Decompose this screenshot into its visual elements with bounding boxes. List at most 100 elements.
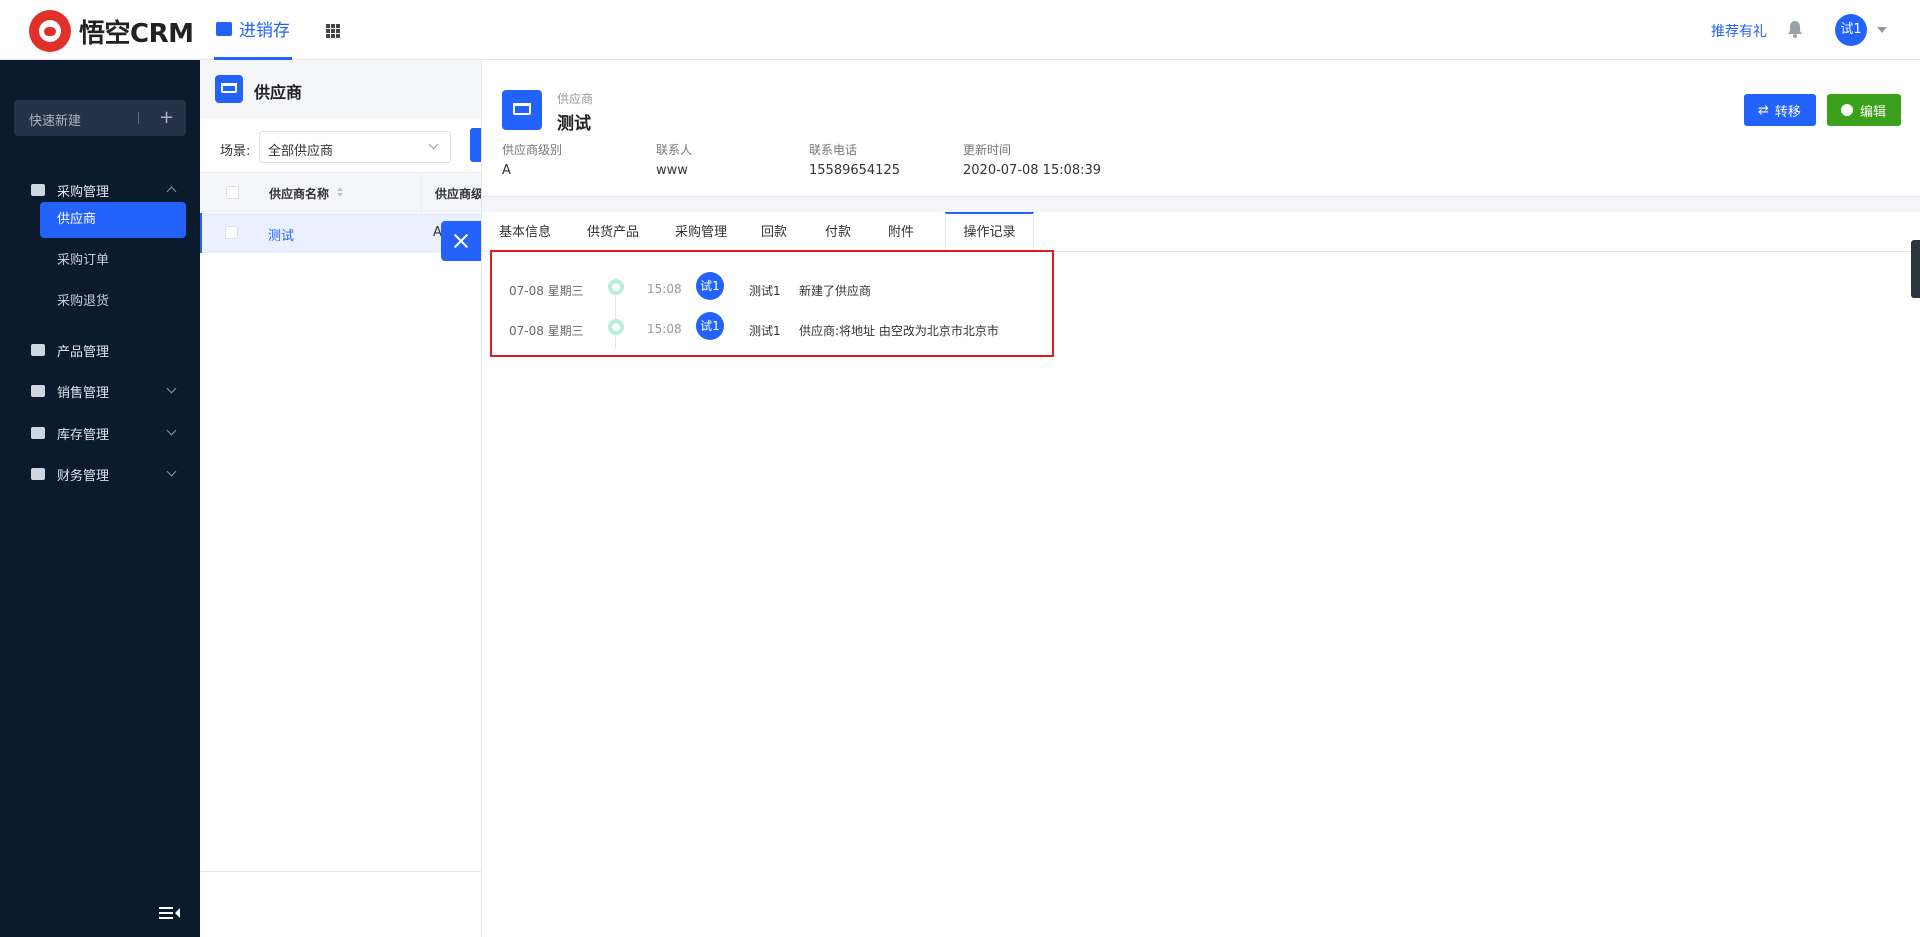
sidebar-item-finance[interactable]: 财务管理	[0, 456, 200, 492]
avatar: 试1	[696, 272, 724, 300]
monkey-logo-icon	[29, 10, 71, 52]
column-header-name[interactable]: 供应商名称	[269, 185, 329, 202]
record-title: 测试	[557, 114, 591, 134]
chevron-down-icon	[428, 139, 439, 150]
log-user: 测试1	[749, 284, 781, 298]
bell-icon[interactable]	[1787, 20, 1803, 38]
log-time: 15:08	[647, 282, 682, 296]
sort-icon[interactable]	[337, 187, 343, 197]
field-value-level: A	[502, 163, 511, 178]
sidebar-item-sales[interactable]: 销售管理	[0, 373, 200, 409]
sidebar-item-product[interactable]: 产品管理	[0, 332, 200, 368]
field-value-phone: 15589654125	[809, 163, 900, 178]
field-value-updated: 2020-07-08 15:08:39	[963, 163, 1102, 178]
list-item: 07-08 星期三 15:08 试1 测试1 供应商:将地址 由空改为北京市北京…	[492, 312, 1052, 352]
chevron-down-icon	[166, 425, 177, 436]
chevron-up-icon	[166, 186, 177, 197]
inventory-icon	[216, 21, 232, 36]
cart-icon	[215, 75, 243, 103]
nav-tab-label: 进销存	[239, 21, 290, 41]
log-user: 测试1	[749, 324, 781, 338]
sidebar-item-label: 库存管理	[57, 427, 110, 443]
divider	[200, 871, 481, 872]
log-date: 07-08 星期三	[509, 324, 584, 338]
supplier-name-link[interactable]: 测试	[268, 225, 294, 244]
operation-log-list: 07-08 星期三 15:08 试1 测试1 新建了供应商 07-08 星期三 …	[490, 250, 1054, 357]
scene-label: 场景:	[220, 144, 251, 159]
log-content: 供应商:将地址 由空改为北京市北京市	[799, 324, 999, 338]
swap-icon: ⇄	[1758, 102, 1769, 118]
plus-icon[interactable]: +	[159, 107, 174, 128]
timeline-dot-icon	[608, 279, 624, 295]
box-icon	[31, 344, 45, 356]
log-content: 新建了供应商	[799, 284, 872, 298]
avatar: 试1	[696, 312, 724, 340]
tab-basic-info[interactable]: 基本信息	[495, 212, 555, 252]
collapse-sidebar-icon[interactable]	[159, 906, 181, 920]
wallet-icon	[31, 468, 45, 480]
user-avatar[interactable]: 试1	[1835, 14, 1867, 46]
new-supplier-button[interactable]	[470, 128, 481, 162]
archive-icon	[31, 427, 45, 439]
sidebar-subitem-purchase-return[interactable]: 采购退货	[40, 284, 186, 320]
sidebar-item-label: 销售管理	[57, 385, 110, 401]
record-type-label: 供应商	[557, 92, 594, 106]
divider	[138, 112, 139, 124]
page-title: 供应商	[254, 83, 303, 102]
sidebar-item-label: 产品管理	[57, 344, 110, 360]
chevron-down-icon[interactable]	[1877, 27, 1887, 33]
tab-supplied-products[interactable]: 供货产品	[583, 212, 643, 252]
sidebar-item-label: 采购管理	[57, 184, 110, 200]
tab-operation-log[interactable]: 操作记录	[945, 212, 1034, 253]
cart-icon	[502, 90, 542, 130]
sidebar-subitem-supplier[interactable]: 供应商	[40, 202, 186, 238]
tab-receipts[interactable]: 回款	[757, 212, 791, 252]
top-bar: 悟空CRM 进销存 推荐有礼 试1	[0, 0, 1920, 60]
log-date: 07-08 星期三	[509, 284, 584, 298]
detail-tabs: 基本信息 供货产品 采购管理 回款 付款 附件 操作记录	[482, 212, 1920, 253]
logo-text: 悟空CRM	[79, 18, 194, 49]
scene-select[interactable]: 全部供应商	[259, 131, 451, 163]
tab-purchase-management[interactable]: 采购管理	[671, 212, 731, 252]
field-label-level: 供应商级别	[502, 143, 563, 157]
sidebar-item-label: 财务管理	[57, 468, 110, 484]
quick-new-button[interactable]: 快速新建 +	[14, 100, 186, 136]
field-value-contact: www	[656, 163, 688, 178]
close-icon[interactable]	[441, 221, 481, 261]
log-time: 15:08	[647, 322, 682, 336]
tab-payments[interactable]: 付款	[821, 212, 855, 252]
transfer-button[interactable]: ⇄ 转移	[1744, 94, 1816, 126]
edit-button[interactable]: 编辑	[1827, 94, 1901, 126]
recommend-link[interactable]: 推荐有礼	[1711, 21, 1767, 41]
list-header: 供应商	[200, 60, 481, 118]
edit-label: 编辑	[1860, 104, 1887, 120]
table-row[interactable]: 测试 A	[200, 213, 481, 253]
cart-icon	[31, 184, 45, 196]
chevron-down-icon	[166, 466, 177, 477]
row-checkbox[interactable]	[225, 226, 238, 239]
divider	[421, 173, 422, 213]
table-header: 供应商名称 供应商级	[200, 172, 483, 213]
column-header-level[interactable]: 供应商级	[435, 185, 483, 202]
sidebar-subitem-purchase-order[interactable]: 采购订单	[40, 243, 186, 279]
select-all-checkbox[interactable]	[226, 186, 239, 199]
nav-tab-inventory[interactable]: 进销存	[214, 0, 292, 60]
chevron-down-icon	[166, 383, 177, 394]
transfer-label: 转移	[1774, 104, 1801, 120]
side-scroll-handle[interactable]	[1911, 240, 1920, 298]
logo[interactable]: 悟空CRM	[29, 10, 194, 52]
detail-header: 供应商 测试 ⇄ 转移 编辑 供应商级别 A 联系人 www 联系电话 1558…	[482, 60, 1920, 197]
sidebar: 快速新建 + 采购管理 供应商 采购订单 采购退货 产品管理 销售管理 库存管理…	[0, 60, 200, 937]
apps-grid-icon[interactable]	[326, 24, 340, 38]
supplier-detail-drawer: 供应商 测试 ⇄ 转移 编辑 供应商级别 A 联系人 www 联系电话 1558…	[481, 60, 1920, 937]
tab-attachments[interactable]: 附件	[884, 212, 918, 252]
divider	[482, 197, 1920, 212]
sidebar-item-inventory[interactable]: 库存管理	[0, 415, 200, 451]
edit-icon	[1841, 104, 1853, 116]
field-label-phone: 联系电话	[809, 143, 858, 157]
tag-icon	[31, 385, 45, 397]
field-label-contact: 联系人	[656, 143, 693, 157]
field-label-updated: 更新时间	[963, 143, 1012, 157]
list-item: 07-08 星期三 15:08 试1 测试1 新建了供应商	[492, 272, 1052, 312]
supplier-list-panel: 供应商 场景: 全部供应商 供应商名称 供应商级 测试 A	[200, 60, 483, 937]
